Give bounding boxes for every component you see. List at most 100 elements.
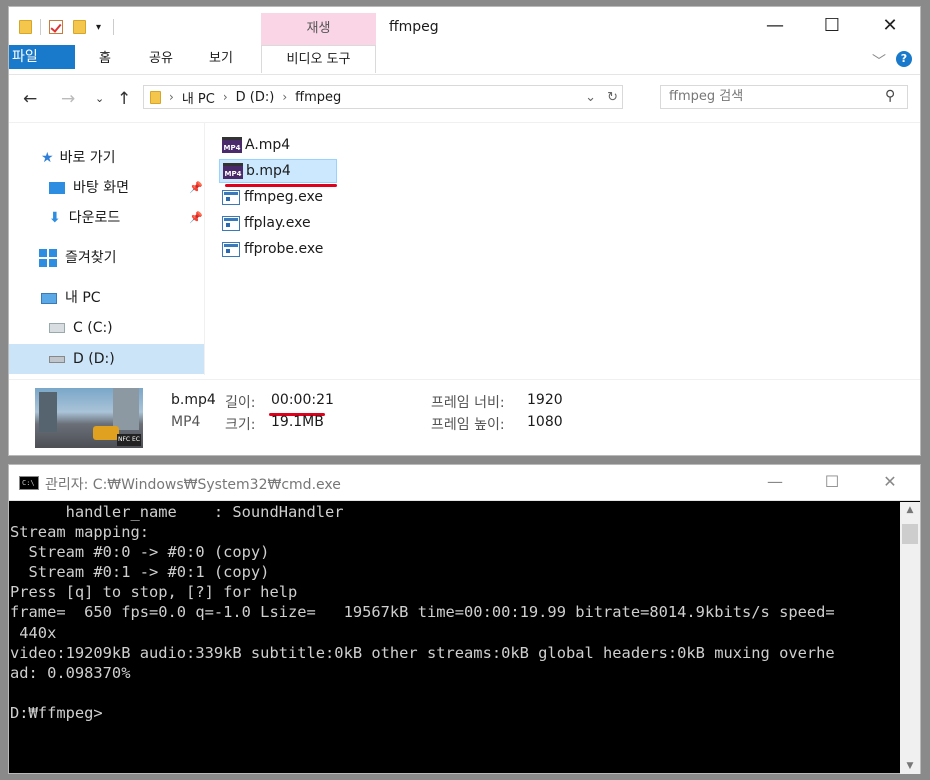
tab-home[interactable]: 홈 [85,45,125,73]
details-file-name: b.mp4 [171,392,216,408]
sidebar-item-favorites[interactable]: 즐겨찾기 [39,243,117,273]
console-prompt: D:₩ffmpeg> [10,703,103,722]
list-item-selected[interactable]: MP4 b.mp4 [219,159,337,183]
desktop-icon [49,182,65,194]
frame-height-label: 프레임 높이: [431,417,505,433]
chevron-right-icon: › [169,90,174,104]
recent-dropdown-icon[interactable]: ⌄ [95,88,104,110]
title-bar: ▾ 재생 ffmpeg — ☐ ✕ [9,7,920,45]
console-line: Stream #0:1 -> #0:1 (copy) [10,563,270,582]
vertical-scrollbar[interactable]: ▲ ▼ [900,502,920,774]
sidebar-item-label: D (D:) [73,351,115,367]
expand-ribbon-icon[interactable]: ﹀ [872,51,886,71]
console-line: Press [q] to stop, [?] for help [10,583,298,602]
list-item[interactable]: ffplay.exe [219,211,339,235]
close-icon[interactable]: ✕ [875,471,905,493]
sidebar-item-desktop[interactable]: 바탕 화면 📌 [49,173,205,203]
sidebar-item-downloads[interactable]: ⬇ 다운로드 📌 [49,203,205,233]
breadcrumb-d-drive[interactable]: D (D:) [236,90,275,105]
frame-width-label: 프레임 너비: [431,395,505,411]
console-line: video:19209kB audio:339kB subtitle:0kB o… [10,643,835,662]
type-value: MP4 [171,414,201,430]
console-line: Stream #0:0 -> #0:0 (copy) [10,543,270,562]
file-explorer-window: ▾ 재생 ffmpeg — ☐ ✕ 파일 홈 공유 보기 비디오 도구 ﹀ ? … [8,6,921,456]
mp4-file-icon: MP4 [223,163,243,179]
drive-icon [49,323,65,333]
file-name: ffplay.exe [244,215,311,231]
frame-height-value: 1080 [527,414,563,430]
exe-file-icon [222,189,240,205]
length-value: 00:00:21 [271,392,334,408]
maximize-icon[interactable]: ☐ [817,471,847,493]
cmd-icon: C:\ [19,476,39,490]
customize-dropdown-icon[interactable]: ▾ [96,22,101,33]
scrollbar-thumb[interactable] [902,524,918,544]
minimize-icon[interactable]: — [760,15,790,37]
sidebar-item-quick-access[interactable]: ★ 바로 가기 [41,143,116,173]
sidebar-item-label: 내 PC [65,290,101,306]
maximize-icon[interactable]: ☐ [817,15,847,37]
window-title: 관리자: C:₩Windows₩System32₩cmd.exe [45,477,341,493]
breadcrumb-this-pc[interactable]: 내 PC [182,88,215,107]
file-name: ffprobe.exe [244,241,324,257]
search-input[interactable]: ffmpeg 검색 [660,85,908,109]
sidebar-item-label: 즐겨찾기 [65,250,117,266]
navigation-pane: ★ 바로 가기 바탕 화면 📌 ⬇ 다운로드 📌 즐겨찾기 내 PC C (C:… [9,123,205,375]
forward-icon[interactable]: → [61,88,75,110]
sidebar-item-label: C (C:) [73,320,113,336]
details-pane: NFC EC b.mp4 길이: 00:00:21 MP4 크기: 19.1MB… [9,379,920,457]
tab-view[interactable]: 보기 [199,45,243,73]
tab-video-tools[interactable]: 비디오 도구 [261,45,376,73]
address-bar[interactable]: › 내 PC › D (D:) › ffmpeg ⌄ ↻ [143,85,623,109]
length-label: 길이: [225,395,256,411]
address-dropdown-icon[interactable]: ⌄ [585,90,596,105]
sidebar-item-c-drive[interactable]: C (C:) [49,313,113,343]
file-name: b.mp4 [246,163,291,179]
sidebar-item-d-drive[interactable]: D (D:) [9,344,204,374]
up-icon[interactable]: ↑ [117,88,131,110]
list-item[interactable]: ffmpeg.exe [219,185,339,209]
minimize-icon[interactable]: — [760,471,790,493]
scroll-up-icon[interactable]: ▲ [900,505,920,515]
window-title: ffmpeg [389,19,439,35]
star-icon: ★ [41,150,54,166]
tab-file[interactable]: 파일 [9,45,75,69]
sidebar-item-label: 바로 가기 [59,150,116,166]
navigation-bar: ← → ⌄ ↑ › 내 PC › D (D:) › ffmpeg ⌄ ↻ ffm… [9,75,920,123]
new-folder-icon[interactable] [73,20,86,34]
console-line: Stream mapping: [10,523,149,542]
close-icon[interactable]: ✕ [875,15,905,37]
console-output[interactable]: handler_name : SoundHandler Stream mappin… [9,502,900,774]
help-icon[interactable]: ? [896,51,912,67]
pin-icon: 📌 [189,211,203,224]
breadcrumb-ffmpeg[interactable]: ffmpeg [295,90,341,105]
tab-share[interactable]: 공유 [139,45,183,73]
chevron-right-icon: › [282,90,288,104]
title-bar: C:\ 관리자: C:₩Windows₩System32₩cmd.exe — ☐… [9,465,920,501]
drive-icon [49,355,65,363]
folder-icon [150,90,161,104]
console-line: frame= 650 fps=0.0 q=-1.0 Lsize= 19567kB… [10,603,835,622]
annotation-underline [225,184,337,187]
search-icon[interactable]: ⚲ [885,88,895,104]
sidebar-item-this-pc[interactable]: 내 PC [41,283,101,313]
frame-width-value: 1920 [527,392,563,408]
console-line: 440x [10,623,57,642]
context-tab-play[interactable]: 재생 [261,13,376,45]
ribbon: 파일 홈 공유 보기 비디오 도구 ﹀ ? [9,45,920,75]
thumbnail-badge: NFC EC [117,434,141,446]
refresh-icon[interactable]: ↻ [607,90,618,105]
properties-icon[interactable] [49,20,63,34]
console-line: ad: 0.098370% [10,663,131,682]
folder-icon[interactable] [19,20,32,34]
divider [40,19,41,35]
list-item[interactable]: ffprobe.exe [219,237,339,261]
pin-icon: 📌 [189,181,203,194]
scroll-down-icon[interactable]: ▼ [900,761,920,771]
list-item[interactable]: MP4 A.mp4 [219,133,339,157]
chevron-right-icon: › [222,90,228,104]
command-prompt-window: C:\ 관리자: C:₩Windows₩System32₩cmd.exe — ☐… [8,464,921,774]
back-icon[interactable]: ← [23,88,37,110]
pc-icon [41,292,57,304]
